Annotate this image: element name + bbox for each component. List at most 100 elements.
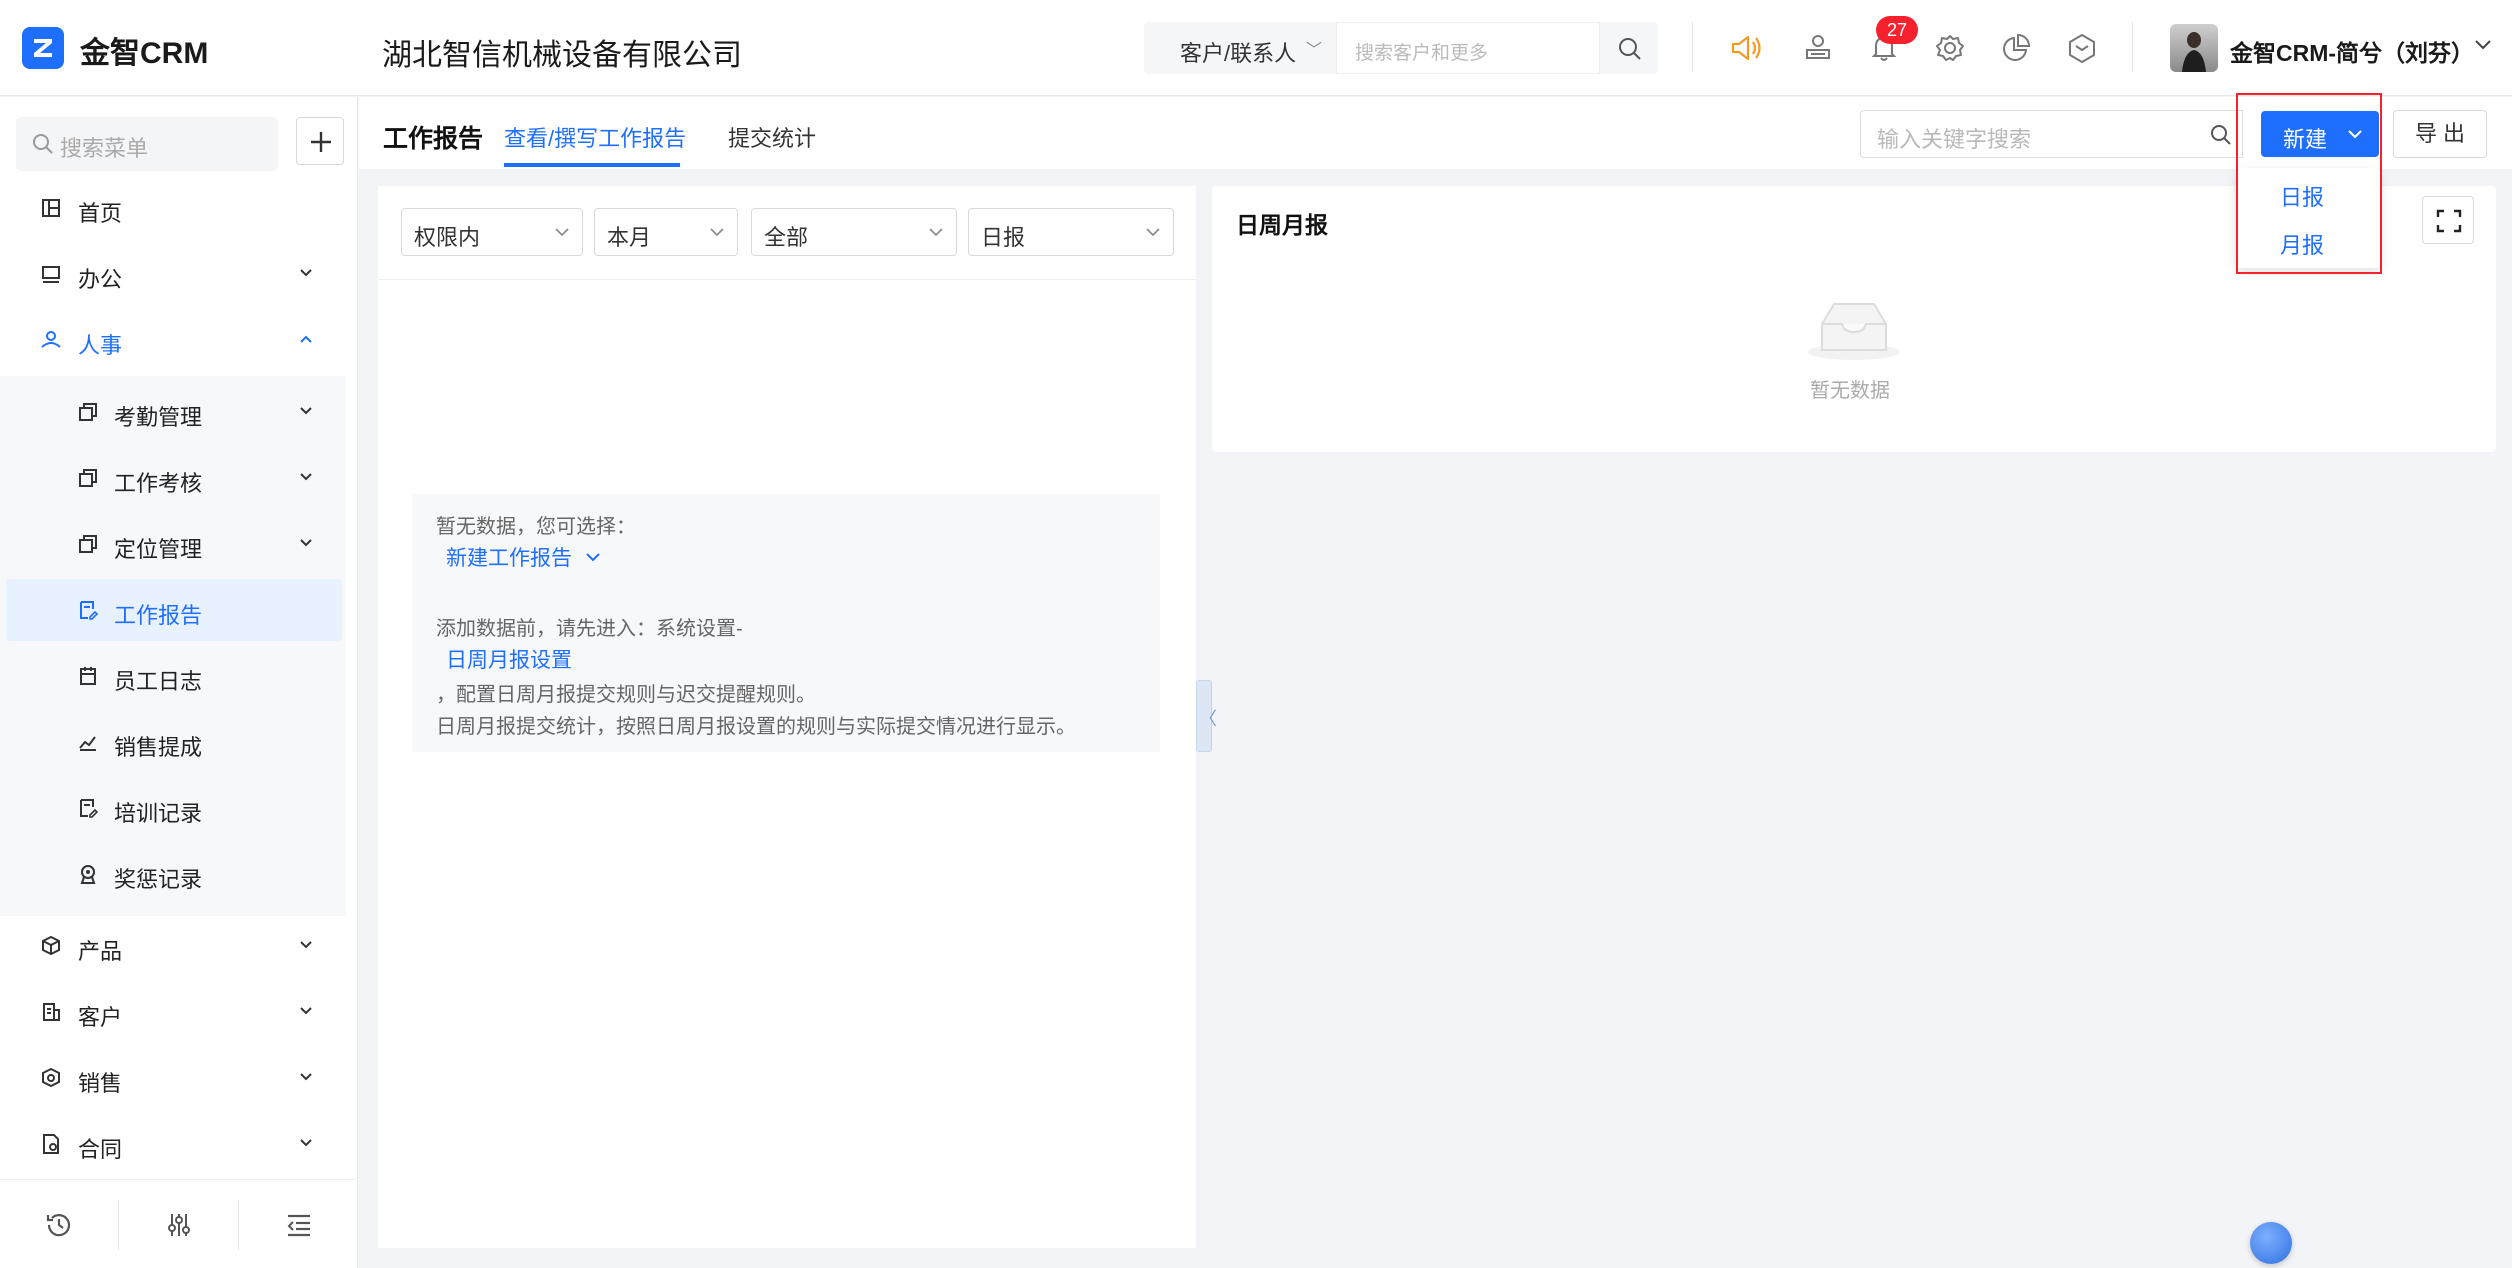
sidebar-item-label: 销售提成 xyxy=(114,735,203,760)
collapse-menu-icon[interactable] xyxy=(284,1210,314,1240)
gear-icon[interactable] xyxy=(1932,30,1968,66)
period-select[interactable]: 本月 xyxy=(594,208,738,256)
global-search: 客户/联系人 ﹀ 搜索客户和更多 xyxy=(1144,22,1658,74)
chevron-up-icon xyxy=(300,335,312,343)
search-type-select[interactable]: 客户/联系人 ﹀ xyxy=(1144,22,1336,74)
divider xyxy=(2132,22,2133,72)
sidebar-footer xyxy=(0,1179,358,1268)
sidebar-item-training[interactable]: 培训记录 xyxy=(0,777,346,839)
report-settings-link[interactable]: 日周月报设置 xyxy=(446,644,572,674)
divider xyxy=(118,1200,119,1250)
page-title: 工作报告 xyxy=(383,125,484,153)
history-icon[interactable] xyxy=(44,1210,74,1240)
settings-sliders-icon[interactable] xyxy=(164,1210,194,1240)
sidebar-item-label: 培训记录 xyxy=(114,801,203,826)
add-menu-button[interactable] xyxy=(296,117,344,165)
chevron-down-icon xyxy=(300,941,312,949)
search-icon xyxy=(33,134,53,154)
search-icon xyxy=(2211,125,2231,145)
fullscreen-button[interactable] xyxy=(2422,196,2474,244)
empty-inbox-icon xyxy=(1808,303,1900,360)
app-logo-text[interactable]: 金智CRM xyxy=(80,28,208,72)
copy-icon xyxy=(79,535,97,553)
empty-guide-text: 添加数据前，请先进入：系统设置- xyxy=(436,618,743,640)
sidebar-item-label: 奖惩记录 xyxy=(114,867,203,892)
report-list-panel: 权限内 本月 全部 日报 暂无数据，您可选择： 新建工作报告 添加数据前，请先进… xyxy=(378,186,1196,1248)
report-type-select[interactable]: 日报 xyxy=(968,208,1174,256)
page-header: 工作报告 查看/撰写工作报告 提交统计 输入关键字搜索 新建 导 出 xyxy=(359,97,2512,169)
sidebar-item-label: 首页 xyxy=(78,201,123,226)
empty-guide: 暂无数据，您可选择： 新建工作报告 添加数据前，请先进入：系统设置- 日周月报设… xyxy=(412,494,1160,752)
tab-view-write-report[interactable]: 查看/撰写工作报告 xyxy=(504,121,686,153)
hr-icon xyxy=(41,331,61,348)
sidebar-item-contract[interactable]: 合同 xyxy=(0,1113,358,1175)
sidebar-item-label: 办公 xyxy=(78,267,123,292)
logo-icon[interactable] xyxy=(22,27,64,69)
new-button[interactable]: 新建 xyxy=(2261,111,2379,157)
sidebar-item-sales[interactable]: 销售 xyxy=(0,1047,358,1109)
search-button[interactable] xyxy=(1600,22,1658,74)
menu-item-daily-report[interactable]: 日报 xyxy=(2280,180,2324,212)
chevron-down-icon xyxy=(300,539,312,547)
announcement-icon[interactable] xyxy=(1728,30,1764,66)
sidebar-item-label: 工作考核 xyxy=(114,471,203,496)
report-icon xyxy=(80,601,98,620)
floating-assistant-button[interactable] xyxy=(2250,1222,2292,1264)
sidebar-item-label: 合同 xyxy=(78,1137,123,1162)
copy-icon xyxy=(79,403,97,421)
sidebar-item-product[interactable]: 产品 xyxy=(0,915,358,977)
chevron-down-icon: ﹀ xyxy=(1305,42,1322,59)
status-select[interactable]: 全部 xyxy=(751,208,957,256)
user-name[interactable]: 金智CRM-简兮（刘芬） xyxy=(2230,34,2474,68)
sidebar-item-sales-commission[interactable]: 销售提成 xyxy=(0,711,346,773)
menu-item-monthly-report[interactable]: 月报 xyxy=(2280,228,2324,260)
scope-select[interactable]: 权限内 xyxy=(401,208,583,256)
sidebar-item-label: 定位管理 xyxy=(114,537,203,562)
sidebar-item-customer[interactable]: 客户 xyxy=(0,981,358,1043)
sidebar-item-label: 员工日志 xyxy=(114,669,203,694)
edit-doc-icon xyxy=(80,799,98,818)
chevron-down-icon xyxy=(2348,130,2362,139)
calendar-icon xyxy=(80,667,96,685)
fullscreen-icon xyxy=(2436,209,2462,233)
menu-search-input[interactable]: 搜索菜单 xyxy=(16,117,278,171)
statistics-pie-icon[interactable] xyxy=(1998,30,2034,66)
scope-select-value: 权限内 xyxy=(414,225,481,250)
chevron-down-icon xyxy=(300,269,312,277)
sidebar-item-rewards[interactable]: 奖惩记录 xyxy=(0,843,346,905)
avatar[interactable] xyxy=(2170,24,2218,72)
product-cube-icon xyxy=(42,935,60,956)
sidebar-item-employee-log[interactable]: 员工日志 xyxy=(0,645,346,707)
chevron-down-icon[interactable] xyxy=(2472,34,2494,56)
global-search-input[interactable]: 搜索客户和更多 xyxy=(1336,22,1600,74)
chevron-down-icon xyxy=(300,473,312,481)
new-report-link[interactable]: 新建工作报告 xyxy=(446,542,602,572)
sidebar-item-office[interactable]: 办公 xyxy=(0,243,358,305)
approval-icon[interactable] xyxy=(1800,30,1836,66)
sidebar: 搜索菜单 首页 办公 人事 考勤管理 工作考核 定位管理 工作报告 员工日志 销… xyxy=(0,97,358,1268)
chevron-left-icon: 〈 xyxy=(1199,709,1217,729)
empty-guide-text: 日周月报提交统计，按照日周月报设置的规则与实际提交情况进行显示。 xyxy=(436,716,1076,738)
app-center-icon[interactable] xyxy=(2064,30,2100,66)
notification-badge: 27 xyxy=(1876,16,1918,44)
sidebar-item-assessment[interactable]: 工作考核 xyxy=(0,447,346,509)
tab-submit-statistics[interactable]: 提交统计 xyxy=(728,121,816,153)
panel-collapse-handle[interactable]: 〈 xyxy=(1196,680,1217,752)
sidebar-item-label: 产品 xyxy=(78,939,123,964)
keyword-search-input[interactable]: 输入关键字搜索 xyxy=(1860,110,2200,158)
filter-bar: 权限内 本月 全部 日报 xyxy=(378,186,1196,280)
sidebar-item-label: 客户 xyxy=(78,1005,123,1030)
export-button[interactable]: 导 出 xyxy=(2393,110,2487,158)
sidebar-item-label: 人事 xyxy=(78,333,123,358)
sidebar-item-work-report[interactable]: 工作报告 xyxy=(6,579,342,641)
sidebar-item-attendance[interactable]: 考勤管理 xyxy=(0,381,346,443)
trend-icon xyxy=(79,736,96,751)
keyword-search-button[interactable] xyxy=(2199,110,2243,158)
copy-icon xyxy=(79,469,97,487)
sidebar-item-hr[interactable]: 人事 xyxy=(0,309,358,371)
company-name: 湖北智信机械设备有限公司 xyxy=(382,39,742,72)
sidebar-item-location[interactable]: 定位管理 xyxy=(0,513,346,575)
plus-icon xyxy=(311,132,331,152)
report-type-select-value: 日报 xyxy=(981,225,1026,250)
sidebar-item-home[interactable]: 首页 xyxy=(0,177,358,239)
